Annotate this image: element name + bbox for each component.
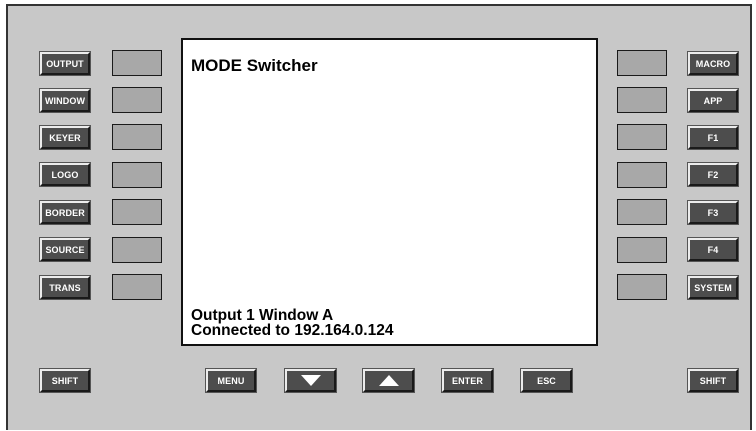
down-button[interactable] [285, 369, 336, 392]
status-text: Output 1 Window A Connected to 192.164.0… [191, 307, 394, 339]
source-button[interactable]: SOURCE [40, 238, 90, 261]
soft-key-right-6[interactable] [617, 237, 667, 263]
menu-button[interactable]: MENU [206, 369, 256, 392]
soft-key-left-1[interactable] [112, 50, 162, 76]
status-line-output: Output 1 Window A [191, 307, 334, 324]
screen-title: MODE Switcher [191, 56, 318, 75]
soft-key-left-3[interactable] [112, 124, 162, 150]
soft-key-right-4[interactable] [617, 162, 667, 188]
output-button[interactable]: OUTPUT [40, 52, 90, 75]
lcd-screen: MODE Switcher Output 1 Window A Connecte… [181, 38, 598, 346]
up-arrow-icon [378, 375, 399, 386]
logo-button[interactable]: LOGO [40, 163, 90, 186]
soft-key-left-2[interactable] [112, 87, 162, 113]
trans-button[interactable]: TRANS [40, 276, 90, 299]
shift-right-button[interactable]: SHIFT [688, 369, 738, 392]
soft-key-right-2[interactable] [617, 87, 667, 113]
esc-button[interactable]: ESC [521, 369, 572, 392]
f2-button[interactable]: F2 [688, 163, 738, 186]
up-button[interactable] [363, 369, 414, 392]
keyer-button[interactable]: KEYER [40, 126, 90, 149]
soft-key-right-5[interactable] [617, 199, 667, 225]
f1-button[interactable]: F1 [688, 126, 738, 149]
soft-key-left-7[interactable] [112, 274, 162, 300]
status-line-connection: Connected to 192.164.0.124 [191, 322, 394, 339]
soft-key-left-6[interactable] [112, 237, 162, 263]
border-button[interactable]: BORDER [40, 201, 90, 224]
soft-key-right-3[interactable] [617, 124, 667, 150]
system-button[interactable]: SYSTEM [688, 276, 738, 299]
f4-button[interactable]: F4 [688, 238, 738, 261]
shift-left-button[interactable]: SHIFT [40, 369, 90, 392]
soft-key-right-1[interactable] [617, 50, 667, 76]
f3-button[interactable]: F3 [688, 201, 738, 224]
soft-key-right-7[interactable] [617, 274, 667, 300]
soft-key-left-5[interactable] [112, 199, 162, 225]
app-button[interactable]: APP [688, 89, 738, 112]
soft-key-left-4[interactable] [112, 162, 162, 188]
window-button[interactable]: WINDOW [40, 89, 90, 112]
down-arrow-icon [300, 375, 321, 386]
enter-button[interactable]: ENTER [442, 369, 493, 392]
macro-button[interactable]: MACRO [688, 52, 738, 75]
